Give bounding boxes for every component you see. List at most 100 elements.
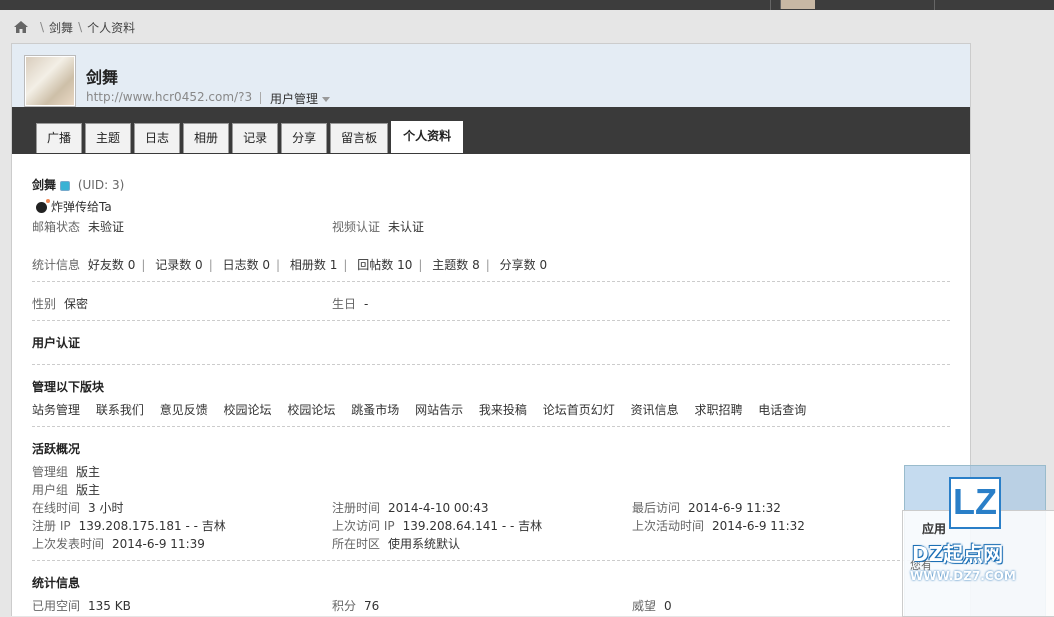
user-manage-label: 用户管理 [270, 92, 319, 106]
forum-link[interactable]: 校园论坛 [287, 403, 335, 417]
profile-panel: 剑舞 http://www.hcr0452.com/?3 用户管理 广播 主题 … [11, 43, 971, 616]
stats-label: 统计信息 [32, 258, 81, 272]
breadcrumb-item-user[interactable]: 剑舞 [49, 19, 73, 36]
stat-label: 相册数 [289, 258, 326, 272]
reg-time-value: 2014-4-10 00:43 [388, 501, 489, 515]
used-space-value: 135 KB [88, 599, 131, 613]
top-bar-divider [770, 0, 771, 10]
watermark-url: WWW.DZ7.COM [910, 569, 1016, 583]
avatar[interactable] [24, 55, 76, 107]
forums-list: 站务管理 联系我们 意见反馈 校园论坛 校园论坛 跳蚤市场 网站告示 我来投稿 … [32, 401, 818, 418]
tab-broadcast[interactable]: 广播 [36, 123, 83, 153]
tab-profile[interactable]: 个人资料 [391, 121, 464, 153]
avatar-image [26, 57, 74, 105]
admin-group-value[interactable]: 版主 [76, 465, 100, 479]
admin-group-label: 管理组 [32, 465, 69, 479]
statistics-title: 统计信息 [32, 576, 81, 590]
forum-link[interactable]: 校园论坛 [224, 403, 272, 417]
tab-blog[interactable]: 日志 [134, 123, 181, 153]
breadcrumb-item-profile: 个人资料 [87, 20, 136, 35]
tab-guestbook[interactable]: 留言板 [330, 123, 389, 153]
reg-ip-value: 139.208.175.181 - - 吉林 [78, 519, 226, 533]
section-divider [32, 281, 950, 282]
stat-value: 1 [329, 258, 338, 272]
bomb-icon [36, 199, 50, 213]
user-group-row: 用户组 版主 [32, 481, 100, 498]
tab-share[interactable]: 分享 [281, 123, 328, 153]
forum-link[interactable]: 我来投稿 [479, 403, 527, 417]
timezone-label: 所在时区 [332, 537, 381, 551]
forum-link[interactable]: 跳蚤市场 [351, 403, 399, 417]
stat-value: 0 [539, 258, 548, 272]
stat-blogs[interactable]: 日志数 0 [223, 258, 270, 272]
tab-bar: 广播 主题 日志 相册 记录 分享 留言板 个人资料 [12, 107, 970, 154]
last-visit-value: 2014-6-9 11:32 [688, 501, 781, 515]
stat-friends[interactable]: 好友数 0 [88, 258, 135, 272]
reg-ip: 注册 IP 139.208.175.181 - - 吉林 [32, 517, 226, 534]
stat-value: 8 [472, 258, 480, 272]
forum-link[interactable]: 联系我们 [96, 403, 144, 417]
forum-link[interactable]: 求职招聘 [694, 403, 742, 417]
forum-link[interactable]: 论坛首页幻灯 [543, 403, 615, 417]
email-status-value: 未验证 [88, 220, 125, 234]
user-manage-dropdown[interactable]: 用户管理 [270, 90, 331, 107]
section-divider [32, 320, 950, 321]
stat-label: 好友数 [87, 258, 124, 272]
prestige: 威望 0 [632, 597, 672, 614]
birthday-label: 生日 [332, 297, 357, 311]
last-active: 上次活动时间 2014-6-9 11:32 [632, 517, 805, 534]
tab-records[interactable]: 记录 [232, 123, 279, 153]
forum-link[interactable]: 电话查询 [758, 403, 806, 417]
last-visit: 最后访问 2014-6-9 11:32 [632, 499, 781, 516]
prestige-value: 0 [664, 599, 672, 613]
home-icon[interactable] [13, 20, 29, 34]
top-bar-avatar-thumb[interactable] [780, 0, 815, 9]
tab-album[interactable]: 相册 [183, 123, 230, 153]
reg-time-label: 注册时间 [332, 501, 381, 515]
stat-shares[interactable]: 分享数 0 [500, 258, 547, 272]
last-post: 上次发表时间 2014-6-9 11:39 [32, 535, 205, 552]
prestige-label: 威望 [632, 599, 657, 613]
stat-replies[interactable]: 回帖数 10 [357, 258, 412, 272]
video-auth: 视频认证 未认证 [332, 218, 424, 235]
points: 积分 76 [332, 597, 379, 614]
site-watermark: 应用 您有 LZ DZ起点网 WWW.DZ7.COM [902, 465, 1054, 617]
top-bar [0, 0, 1054, 10]
bomb-link[interactable]: 炸弹传给Ta [51, 200, 112, 214]
last-ip-label: 上次访问 IP [332, 519, 395, 533]
stat-albums[interactable]: 相册数 1 [290, 258, 337, 272]
forum-link[interactable]: 网站告示 [415, 403, 463, 417]
last-post-value: 2014-6-9 11:39 [112, 537, 205, 551]
stat-records[interactable]: 记录数 0 [155, 258, 202, 272]
points-label: 积分 [332, 599, 357, 613]
online-time-value: 3 小时 [88, 501, 124, 515]
stat-label: 记录数 [155, 258, 192, 272]
online-time: 在线时间 3 小时 [32, 499, 123, 516]
stat-value: 10 [397, 258, 413, 272]
last-visit-label: 最后访问 [632, 501, 681, 515]
reg-time: 注册时间 2014-4-10 00:43 [332, 499, 489, 516]
profile-url[interactable]: http://www.hcr0452.com/?3 [86, 90, 252, 104]
last-ip-value: 139.208.64.141 - - 吉林 [402, 519, 543, 533]
forum-link[interactable]: 站务管理 [32, 403, 80, 417]
stat-value: 0 [195, 258, 203, 272]
section-divider [32, 560, 950, 561]
watermark-logo: LZ [949, 477, 1001, 529]
app-notice-title: 应用 [922, 522, 947, 536]
used-space-label: 已用空间 [32, 599, 81, 613]
forum-link[interactable]: 意见反馈 [160, 403, 208, 417]
header-divider [260, 92, 261, 104]
stat-value: 0 [262, 258, 271, 272]
gender-value: 保密 [64, 297, 89, 311]
bomb-row[interactable]: 炸弹传给Ta [36, 198, 112, 215]
admin-group-row: 管理组 版主 [32, 463, 100, 480]
user-group-value[interactable]: 版主 [76, 483, 100, 497]
last-post-label: 上次发表时间 [32, 537, 105, 551]
tab-threads[interactable]: 主题 [85, 123, 132, 153]
online-time-label: 在线时间 [32, 501, 81, 515]
forum-link[interactable]: 资讯信息 [631, 403, 679, 417]
stat-value: 0 [127, 258, 136, 272]
stat-threads[interactable]: 主题数 8 [432, 258, 479, 272]
email-status: 邮箱状态 未验证 [32, 218, 124, 235]
auth-title: 用户认证 [32, 336, 81, 350]
